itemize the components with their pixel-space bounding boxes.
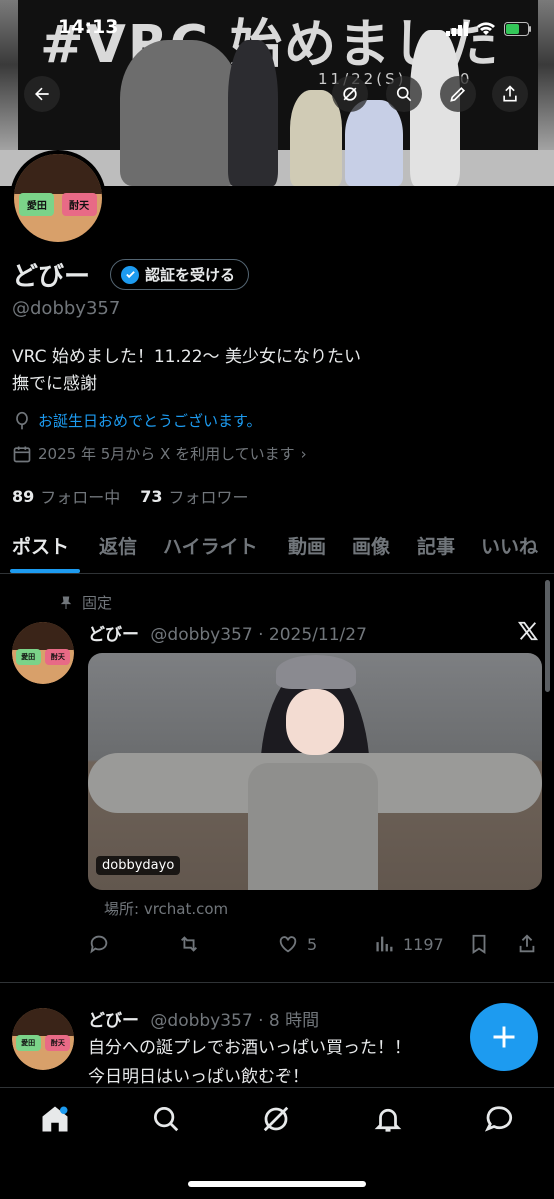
search-button[interactable] — [386, 76, 422, 112]
banner-figure-girl-blue — [345, 100, 403, 186]
followers-label[interactable]: フォロワー — [169, 484, 249, 508]
pin-icon — [60, 596, 72, 609]
post-divider — [0, 982, 554, 983]
home-icon[interactable] — [40, 1104, 70, 1134]
wifi-icon — [477, 22, 495, 35]
tab-videos[interactable]: 動画 — [288, 532, 326, 559]
post-avatar[interactable]: 愛田 酎天 — [12, 622, 74, 684]
tab-replies[interactable]: 返信 — [99, 532, 137, 559]
avatar-image: 愛田 酎天 — [14, 154, 102, 242]
media-shirt — [248, 763, 378, 890]
birthday-link[interactable]: お誕生日おめでとうございます。 — [38, 410, 262, 431]
avatar-glasses-left: 愛田 — [19, 192, 55, 216]
signal-icon — [446, 22, 468, 36]
repost-button[interactable] — [178, 933, 200, 955]
post-location[interactable]: 場所: vrchat.com — [104, 898, 228, 919]
banner-figure-girl-dark — [228, 40, 278, 186]
status-icons — [446, 22, 532, 36]
grok-icon — [343, 87, 357, 101]
like-count: 5 — [307, 934, 318, 954]
battery-icon — [504, 22, 531, 36]
share-icon — [503, 85, 517, 102]
post-header: どびー @dobby357 · 2025/11/27 — [88, 620, 367, 645]
followers-count[interactable]: 73 — [140, 487, 162, 506]
search-icon — [396, 86, 412, 102]
x-logo-icon — [517, 621, 539, 641]
profile-handle: @dobby357 — [12, 298, 121, 319]
media-hat — [276, 655, 356, 689]
views-button[interactable]: 1197 — [373, 933, 444, 955]
post-author[interactable]: どびー — [88, 1011, 139, 1031]
repost-icon — [181, 936, 197, 952]
reply-button[interactable] — [88, 933, 110, 955]
views-icon — [376, 936, 393, 952]
post-header: どびー @dobby357 · 8 時間 — [88, 1006, 319, 1031]
like-icon — [279, 936, 297, 953]
get-verified-button[interactable]: 認証を受ける — [110, 259, 250, 290]
edit-button[interactable] — [440, 76, 476, 112]
profile-avatar[interactable]: 愛田 酎天 — [10, 150, 106, 246]
joined-text: 2025 年 5月から X を利用しています — [38, 445, 295, 463]
media-alt-tag: dobbydayo — [96, 856, 181, 875]
notifications-icon[interactable] — [373, 1104, 403, 1134]
tab-posts[interactable]: ポスト — [12, 532, 69, 559]
following-count[interactable]: 89 — [12, 487, 34, 506]
joined-row[interactable]: 2025 年 5月から X を利用しています › — [12, 443, 307, 464]
tab-photos[interactable]: 画像 — [352, 532, 390, 559]
home-indicator[interactable] — [188, 1181, 366, 1187]
post-author[interactable]: どびー — [88, 625, 139, 645]
birthday-row: お誕生日おめでとうございます。 — [12, 410, 262, 431]
like-button[interactable]: 5 — [277, 933, 317, 955]
pinned-indicator: 固定 — [58, 592, 112, 613]
post-text: 自分への誕プレでお酒いっぱい買った！！ 今日明日はいっぱい飲むぞ！ — [88, 1038, 411, 1087]
profile-bio: VRC 始めました！11.22〜 美少女になりたい 撫でに感謝 — [12, 347, 361, 394]
post-share-button[interactable] — [516, 933, 538, 955]
follow-stats: 89 フォロー中 73 フォロワー — [12, 484, 249, 508]
tab-likes[interactable]: いいね — [481, 532, 538, 559]
balloon-icon — [16, 411, 28, 429]
scrollbar[interactable] — [545, 580, 550, 692]
share-button[interactable] — [492, 76, 528, 112]
active-tab-indicator — [10, 569, 80, 573]
post-meta[interactable]: @dobby357 · 2025/11/27 — [150, 625, 366, 645]
pinned-label: 固定 — [82, 594, 113, 612]
status-time: 14:13 — [58, 16, 119, 38]
back-button[interactable] — [24, 76, 60, 112]
banner-figure-hoodie — [120, 40, 240, 186]
compose-button[interactable] — [470, 1003, 538, 1071]
grok-button[interactable] — [332, 76, 368, 112]
profile-tabs: ポスト 返信 ハイライト 動画 画像 記事 いいね — [0, 524, 554, 574]
post-media[interactable]: dobbydayo — [88, 653, 542, 890]
views-count: 1197 — [403, 934, 444, 954]
bookmark-button[interactable] — [468, 933, 490, 955]
share-icon — [519, 934, 535, 953]
post-meta[interactable]: @dobby357 · 8 時間 — [150, 1011, 319, 1031]
post-avatar[interactable]: 愛田 酎天 — [12, 1008, 74, 1070]
verified-badge-icon — [121, 265, 139, 284]
bookmark-icon — [472, 934, 486, 954]
back-icon — [35, 87, 49, 101]
tab-highlights[interactable]: ハイライト — [163, 532, 258, 559]
banner-figure-girl-blonde — [290, 90, 342, 186]
display-name: どびー — [12, 262, 91, 292]
edit-icon — [450, 86, 466, 102]
get-verified-label: 認証を受ける — [145, 266, 236, 284]
following-label[interactable]: フォロー中 — [40, 484, 120, 508]
plus-icon — [493, 1026, 515, 1048]
media-face — [286, 689, 344, 755]
tab-articles[interactable]: 記事 — [417, 532, 455, 559]
chevron-right-icon: › — [300, 444, 307, 463]
calendar-icon — [13, 446, 31, 462]
search-icon[interactable] — [151, 1104, 181, 1134]
avatar-glasses-right: 酎天 — [61, 192, 97, 216]
reply-icon — [90, 935, 108, 954]
messages-icon[interactable] — [484, 1104, 514, 1134]
grok-icon[interactable] — [261, 1104, 291, 1134]
